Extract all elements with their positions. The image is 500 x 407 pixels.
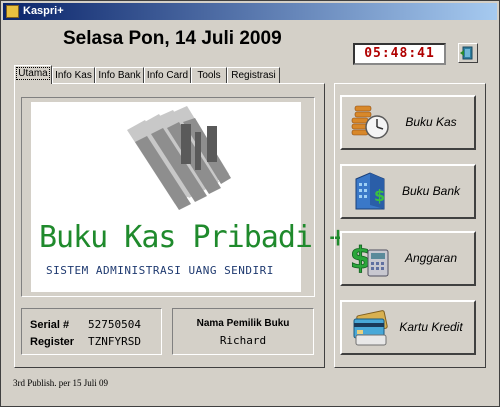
svg-text:$: $ bbox=[374, 186, 385, 205]
title-bar[interactable]: Kaspri+ bbox=[3, 3, 497, 20]
exit-door-icon bbox=[460, 46, 473, 60]
serial-label: Serial # bbox=[30, 319, 70, 331]
date-heading: Selasa Pon, 14 Juli 2009 bbox=[63, 28, 282, 49]
tab-registrasi[interactable]: Registrasi bbox=[227, 67, 280, 83]
exit-button[interactable] bbox=[458, 43, 478, 63]
publish-footer: 3rd Publish. per 15 Juli 09 bbox=[13, 378, 109, 388]
buku-bank-label: Buku Bank bbox=[401, 184, 461, 198]
buku-bank-button[interactable]: $ Buku Bank bbox=[340, 164, 476, 219]
kartu-kredit-button[interactable]: Kartu Kredit bbox=[340, 300, 476, 355]
buku-kas-button[interactable]: Buku Kas bbox=[340, 95, 476, 150]
window-title: Kaspri+ bbox=[23, 5, 64, 17]
owner-name: Richard bbox=[219, 334, 267, 347]
clock-display: 05:48:41 bbox=[353, 43, 446, 65]
app-icon bbox=[6, 5, 19, 18]
serial-value: 52750504 bbox=[88, 318, 141, 331]
money-clock-icon bbox=[351, 105, 389, 139]
bank-building-icon: $ bbox=[355, 172, 385, 210]
credit-card-icon bbox=[353, 310, 388, 346]
anggaran-button[interactable]: $ Anggaran bbox=[340, 231, 476, 286]
tab-tools[interactable]: Tools bbox=[191, 67, 227, 83]
owner-label: Nama Pemilik Buku bbox=[196, 318, 290, 329]
dollar-calculator-icon: $ bbox=[350, 241, 389, 277]
tab-info-bank[interactable]: Info Bank bbox=[95, 67, 144, 83]
kartu-kredit-label: Kartu Kredit bbox=[399, 320, 463, 334]
tab-info-kas[interactable]: Info Kas bbox=[52, 67, 95, 83]
main-window: Kaspri+ Selasa Pon, 14 Juli 2009 05:48:4… bbox=[0, 0, 500, 407]
register-value: TZNFYRSD bbox=[88, 335, 141, 348]
anggaran-label: Anggaran bbox=[404, 251, 458, 265]
owner-box: Nama Pemilik Buku Richard bbox=[172, 308, 314, 355]
register-label: Register bbox=[30, 336, 75, 348]
registration-box: Serial # 52750504 Register TZNFYRSD bbox=[21, 308, 162, 355]
logo-title: Buku Kas Pribadi + bbox=[39, 220, 347, 255]
logo-subtitle: SISTEM ADMINISTRASI UANG SENDIRI bbox=[46, 264, 274, 277]
stacked-pages-graphic bbox=[127, 106, 231, 210]
buku-kas-label: Buku Kas bbox=[405, 115, 457, 129]
tab-utama[interactable]: Utama bbox=[14, 65, 52, 84]
tab-info-card[interactable]: Info Card bbox=[144, 67, 191, 83]
